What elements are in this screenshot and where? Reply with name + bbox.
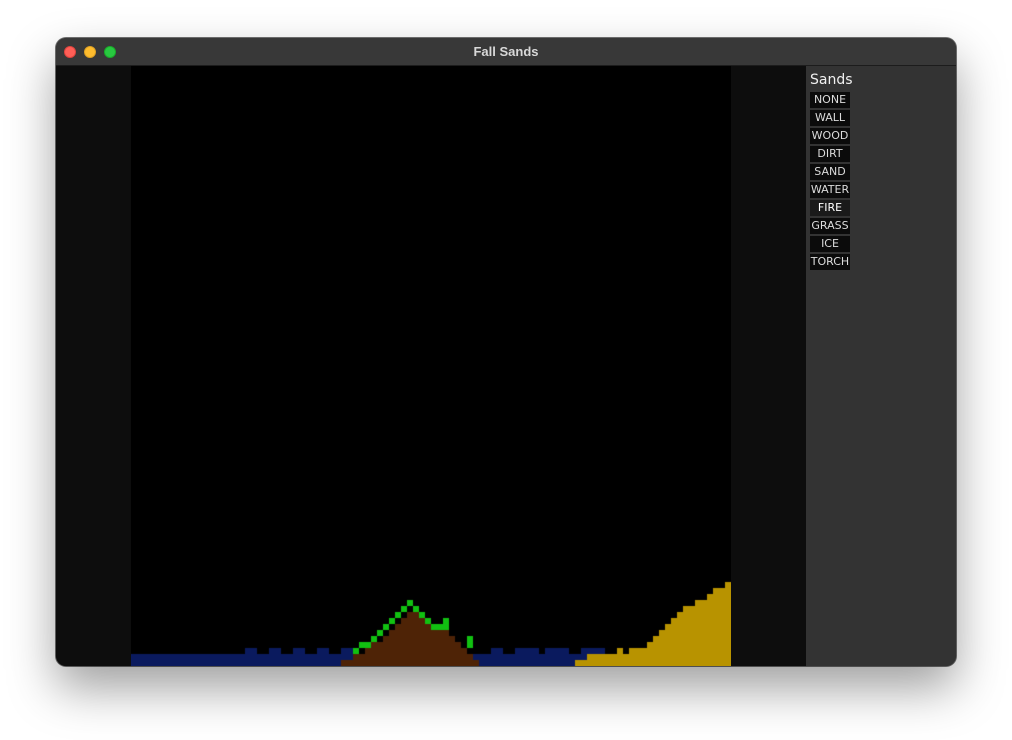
sand-type-list: NONE WALL WOOD DIRT SAND WATER FIRE GRAS…: [810, 92, 852, 272]
sand-button-grass[interactable]: GRASS: [810, 218, 850, 234]
sand-simulation-canvas[interactable]: [131, 66, 731, 666]
sand-button-wall[interactable]: WALL: [810, 110, 850, 126]
window-title: Fall Sands: [473, 44, 539, 59]
sand-button-sand[interactable]: SAND: [810, 164, 850, 180]
app-window: Fall Sands Sands NONE WALL WOOD DIRT SAN…: [56, 38, 956, 666]
title-bar[interactable]: Fall Sands: [56, 38, 956, 66]
window-content: Sands NONE WALL WOOD DIRT SAND WATER FIR…: [56, 66, 956, 666]
sand-button-none[interactable]: NONE: [810, 92, 850, 108]
sand-button-dirt[interactable]: DIRT: [810, 146, 850, 162]
sand-button-fire[interactable]: FIRE: [810, 200, 850, 216]
sand-button-ice[interactable]: ICE: [810, 236, 850, 252]
sand-button-water[interactable]: WATER: [810, 182, 850, 198]
sands-sidebar: Sands NONE WALL WOOD DIRT SAND WATER FIR…: [806, 66, 956, 666]
sand-button-torch[interactable]: TORCH: [810, 254, 850, 270]
simulation-area: [56, 66, 806, 666]
sand-button-wood[interactable]: WOOD: [810, 128, 850, 144]
sidebar-title: Sands: [810, 72, 853, 88]
